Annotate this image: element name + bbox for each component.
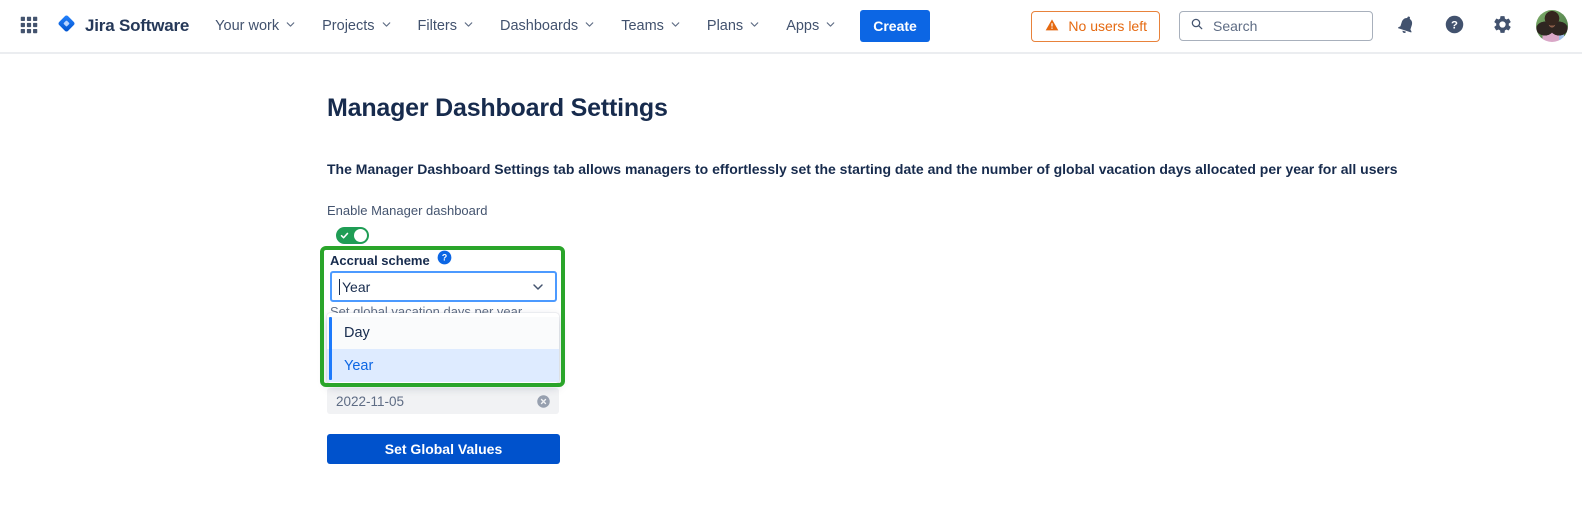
jira-diamond-icon <box>56 13 77 39</box>
nav-dashboards[interactable]: Dashboards <box>500 18 596 35</box>
enable-dashboard-toggle[interactable] <box>336 227 369 244</box>
nav-right-group: No users left ? <box>1031 10 1568 42</box>
product-name: Jira Software <box>85 16 189 36</box>
chevron-down-icon <box>824 18 837 35</box>
accrual-scheme-row: Accrual scheme ? <box>330 250 452 270</box>
x-circle-icon <box>536 394 551 409</box>
select-value: Year <box>342 279 370 295</box>
search-icon <box>1189 16 1205 37</box>
help-button[interactable]: ? <box>1440 10 1469 42</box>
app-switcher-button[interactable] <box>14 10 44 43</box>
nav-teams[interactable]: Teams <box>621 18 682 35</box>
main-content: Manager Dashboard Settings The Manager D… <box>0 54 1582 510</box>
nav-projects[interactable]: Projects <box>322 18 392 35</box>
nav-label: Apps <box>786 18 819 34</box>
chevron-down-icon <box>380 18 393 35</box>
svg-text:?: ? <box>442 253 447 263</box>
help-question-circle-icon[interactable]: ? <box>437 250 452 270</box>
warning-triangle-icon <box>1044 17 1060 36</box>
text-cursor <box>339 279 340 295</box>
top-navigation: Jira Software Your work Projects Filters… <box>0 0 1582 54</box>
nav-label: Filters <box>418 18 457 34</box>
no-users-left-button[interactable]: No users left <box>1031 11 1160 42</box>
enable-dashboard-label: Enable Manager dashboard <box>327 203 487 218</box>
bell-icon <box>1396 14 1417 38</box>
nav-filters[interactable]: Filters <box>418 18 475 35</box>
set-global-values-button[interactable]: Set Global Values <box>327 434 560 464</box>
accrual-scheme-label: Accrual scheme <box>330 253 430 268</box>
chevron-down-icon <box>530 279 546 295</box>
primary-nav: Your work Projects Filters Dashboards Te… <box>215 18 837 35</box>
start-date-field <box>327 388 559 414</box>
notifications-button[interactable] <box>1392 10 1421 42</box>
svg-text:?: ? <box>1451 19 1458 31</box>
page-description: The Manager Dashboard Settings tab allow… <box>327 161 1398 177</box>
user-avatar[interactable] <box>1536 10 1568 42</box>
page-title: Manager Dashboard Settings <box>327 94 668 123</box>
nav-label: Your work <box>215 18 279 34</box>
gear-icon <box>1492 14 1513 38</box>
nav-label: Projects <box>322 18 374 34</box>
nav-apps[interactable]: Apps <box>786 18 837 35</box>
checkmark-icon <box>340 231 349 240</box>
accrual-dropdown-menu: Day Year <box>327 313 559 383</box>
chevron-down-icon <box>284 18 297 35</box>
warning-label: No users left <box>1068 18 1147 34</box>
nav-label: Plans <box>707 18 743 34</box>
chevron-down-icon <box>462 18 475 35</box>
chevron-down-icon <box>748 18 761 35</box>
search-box <box>1179 11 1373 41</box>
chevron-down-icon <box>669 18 682 35</box>
accrual-scheme-select[interactable]: Year <box>330 271 557 302</box>
settings-button[interactable] <box>1488 10 1517 42</box>
app-switcher-grid-icon <box>18 14 40 39</box>
jira-settings-page: Jira Software Your work Projects Filters… <box>0 0 1582 510</box>
nav-label: Teams <box>621 18 664 34</box>
nav-left-group: Jira Software Your work Projects Filters… <box>0 10 930 43</box>
search-input[interactable] <box>1213 18 1353 34</box>
dropdown-accent-bar <box>329 317 332 380</box>
question-circle-icon: ? <box>1444 14 1465 38</box>
nav-label: Dashboards <box>500 18 578 34</box>
nav-your-work[interactable]: Your work <box>215 18 297 35</box>
chevron-down-icon <box>583 18 596 35</box>
clear-date-button[interactable] <box>536 394 551 409</box>
toggle-knob <box>354 229 367 242</box>
jira-logo[interactable]: Jira Software <box>56 13 189 39</box>
option-day[interactable]: Day <box>327 317 559 349</box>
option-year[interactable]: Year <box>327 349 559 382</box>
start-date-input[interactable] <box>336 394 506 409</box>
create-button[interactable]: Create <box>860 10 930 42</box>
nav-plans[interactable]: Plans <box>707 18 761 35</box>
